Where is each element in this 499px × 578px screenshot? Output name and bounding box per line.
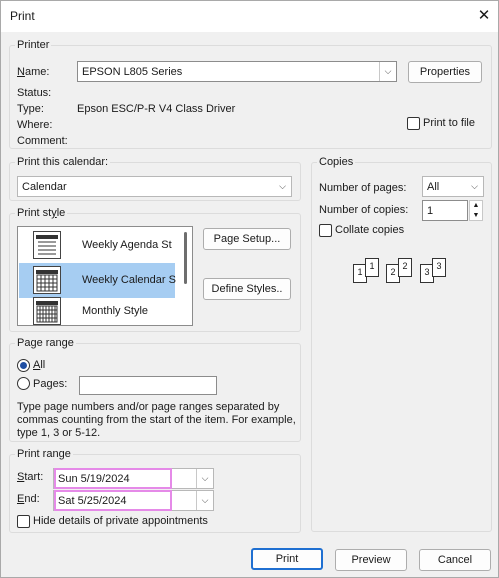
chevron-down-icon: ⌵ (471, 181, 478, 191)
num-copies-input[interactable]: 1 (422, 200, 468, 221)
all-radio-label[interactable]: All (33, 359, 45, 371)
chevron-down-icon: ⌵ (196, 491, 213, 510)
list-item[interactable]: Weekly Calendar S (19, 263, 176, 298)
properties-button[interactable]: Properties (408, 61, 482, 83)
preview-button[interactable]: Preview (335, 549, 407, 571)
collate-page: 3 (432, 258, 446, 277)
copies-title: Copies (317, 156, 356, 168)
list-scrollbar[interactable] (180, 228, 192, 325)
start-label: Start: (17, 471, 44, 483)
collate-page: 2 (398, 258, 412, 277)
end-label: End: (17, 493, 40, 505)
print-style-title: Print style (15, 207, 68, 219)
pages-input[interactable] (79, 376, 217, 395)
print-style-list[interactable]: Weekly Agenda St Weekly Calendar S Month… (17, 226, 193, 326)
print-calendar-title: Print this calendar: (15, 156, 111, 168)
weekly-calendar-icon (33, 266, 61, 294)
close-icon[interactable]: ✕ (473, 5, 495, 27)
chevron-down-icon: ⌵ (379, 62, 396, 81)
chevron-down-icon: ⌵ (279, 181, 286, 191)
all-radio[interactable] (17, 359, 30, 372)
num-pages-value: All (427, 181, 440, 193)
pages-radio[interactable] (17, 377, 30, 390)
num-copies-value: 1 (427, 205, 434, 217)
stepper-up-icon[interactable]: ▲ (470, 201, 482, 210)
printer-name-select[interactable]: EPSON L805 Series ⌵ (77, 61, 397, 82)
window-title: Print (10, 9, 35, 23)
list-item[interactable]: Weekly Agenda St (19, 228, 175, 263)
stepper-down-icon[interactable]: ▼ (470, 211, 482, 220)
num-pages-select[interactable]: All ⌵ (422, 176, 484, 197)
print-to-file-label[interactable]: Print to file (423, 117, 475, 129)
define-styles-button[interactable]: Define Styles.. (203, 278, 291, 300)
collate-checkbox[interactable] (319, 224, 332, 237)
print-calendar-select[interactable]: Calendar ⌵ (17, 176, 292, 197)
where-label: Where: (17, 119, 53, 131)
page-range-hint: Type page numbers and/or page ranges sep… (17, 401, 296, 439)
name-label: Name: (17, 66, 50, 78)
print-to-file-checkbox[interactable] (407, 117, 420, 130)
print-button[interactable]: Print (251, 548, 323, 570)
list-item-label: Weekly Agenda St (82, 239, 172, 251)
cancel-button[interactable]: Cancel (419, 549, 491, 571)
start-date-value: Sun 5/19/2024 (58, 473, 130, 485)
hide-details-checkbox[interactable] (17, 515, 30, 528)
title-bar: Print ✕ (1, 1, 498, 32)
comment-label: Comment: (17, 135, 68, 147)
hide-details-label[interactable]: Hide details of private appointments (33, 515, 208, 527)
list-item-label: Weekly Calendar S (82, 274, 176, 286)
collate-illustration: 1 1 2 2 3 3 (351, 257, 451, 287)
collate-label[interactable]: Collate copies (335, 224, 404, 236)
scrollbar-thumb[interactable] (184, 232, 187, 284)
start-date-select[interactable]: Sun 5/19/2024 ⌵ (53, 468, 214, 489)
print-range-title: Print range (15, 448, 73, 460)
status-label: Status: (17, 87, 52, 99)
print-calendar-value: Calendar (22, 181, 67, 193)
chevron-down-icon: ⌵ (196, 469, 213, 488)
print-dialog: Print ✕ Printer Name: EPSON L805 Series … (0, 0, 499, 578)
copies-stepper[interactable]: ▲ ▼ (469, 200, 483, 221)
pages-radio-label[interactable]: Pages: (33, 378, 67, 390)
type-value: Epson ESC/P-R V4 Class Driver (77, 103, 236, 115)
printer-name-value: EPSON L805 Series (82, 66, 183, 78)
printer-group-title: Printer (15, 39, 52, 51)
list-item[interactable]: Monthly Style (19, 294, 175, 325)
collate-page: 1 (365, 258, 379, 277)
end-date-value: Sat 5/25/2024 (58, 495, 127, 507)
weekly-agenda-icon (33, 231, 61, 259)
list-item-label: Monthly Style (82, 305, 149, 317)
page-range-title: Page range (15, 337, 76, 349)
monthly-style-icon (33, 297, 61, 325)
type-label: Type: (17, 103, 44, 115)
page-setup-button[interactable]: Page Setup... (203, 228, 291, 250)
end-date-select[interactable]: Sat 5/25/2024 ⌵ (53, 490, 214, 511)
num-pages-label: Number of pages: (319, 182, 407, 194)
num-copies-label: Number of copies: (319, 204, 409, 216)
